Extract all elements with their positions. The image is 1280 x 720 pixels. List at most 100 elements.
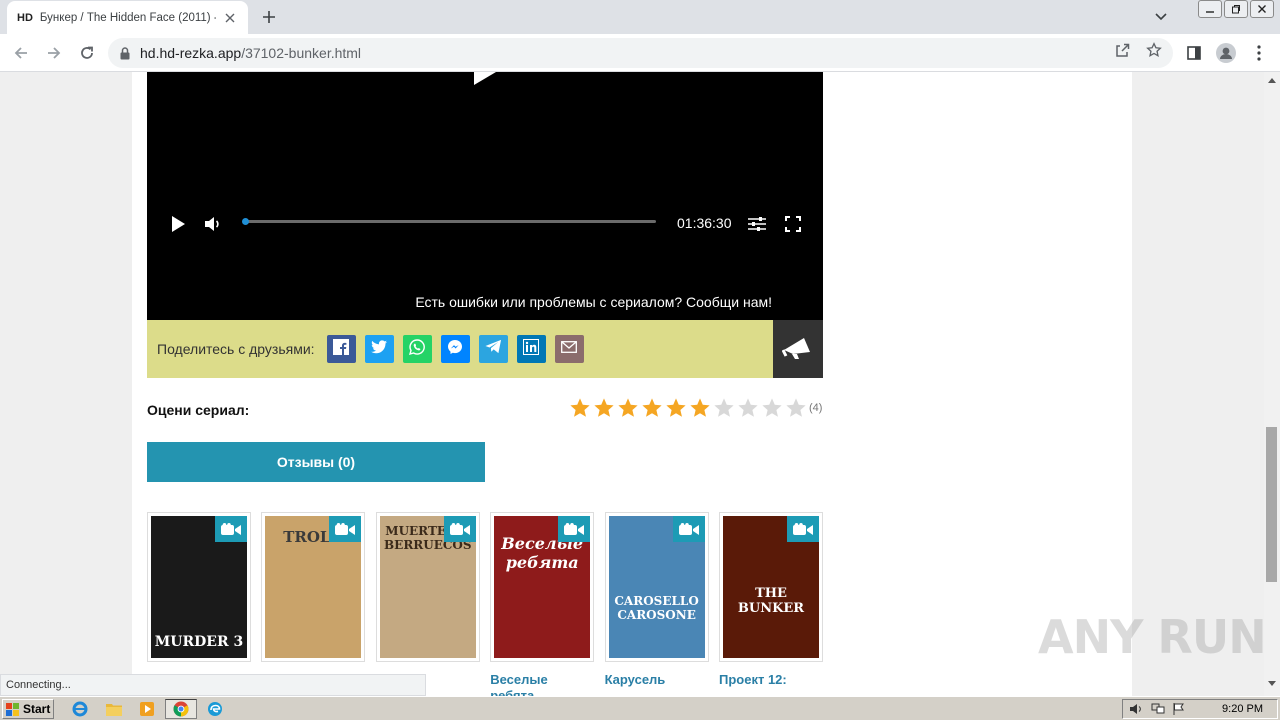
related-thumbnail[interactable]: TROLO <box>261 512 366 662</box>
restore-window-icon[interactable] <box>1224 0 1248 18</box>
rating-star-icon[interactable] <box>784 396 808 420</box>
rating-star-icon[interactable] <box>760 396 784 420</box>
video-camera-icon <box>558 516 591 542</box>
lock-icon[interactable] <box>120 46 130 60</box>
related-card[interactable]: Веселые ребята Веселые ребята <box>490 512 595 696</box>
file-explorer-icon[interactable] <box>102 699 126 719</box>
close-window-icon[interactable] <box>1250 0 1274 18</box>
edge-icon[interactable] <box>203 699 227 719</box>
facebook-share-button[interactable] <box>326 335 356 363</box>
related-card[interactable]: CAROSELLO CAROSONE Карусель <box>604 512 709 688</box>
system-tray: 9:20 PM <box>1122 699 1278 719</box>
related-thumbnail[interactable]: MURDER 3 <box>147 512 251 662</box>
video-camera-icon <box>443 516 476 542</box>
page-viewport: 01:36:30 Есть ошибки или проблемы с сери… <box>0 72 1280 696</box>
video-progress-bar[interactable] <box>242 218 656 225</box>
close-tab-icon[interactable] <box>222 10 238 26</box>
video-camera-icon <box>672 516 705 542</box>
whatsapp-share-button[interactable] <box>402 335 432 363</box>
video-player[interactable]: 01:36:30 Есть ошибки или проблемы с сери… <box>147 72 823 320</box>
windows-logo-icon <box>6 702 20 716</box>
rating-star-icon[interactable] <box>568 396 592 420</box>
share-label: Поделитесь с друзьями: <box>157 341 315 357</box>
poster-caption: CAROSELLO CAROSONE <box>614 594 699 622</box>
twitter-share-button[interactable] <box>364 335 394 363</box>
related-title[interactable]: Проект 12: <box>719 672 823 688</box>
video-camera-icon <box>329 516 362 542</box>
url-host: hd.hd-rezka.app <box>140 45 242 61</box>
tab-strip: HD Бункер / The Hidden Face (2011) - Смо <box>0 0 1280 34</box>
rating-star-icon[interactable] <box>688 396 712 420</box>
back-arrow-icon[interactable] <box>10 42 32 64</box>
share-page-icon[interactable] <box>1113 41 1131 59</box>
profile-avatar-icon[interactable] <box>1216 43 1236 63</box>
fullscreen-icon[interactable] <box>783 214 803 234</box>
scroll-down-icon[interactable] <box>1267 678 1277 688</box>
new-tab-button[interactable] <box>258 6 280 28</box>
messenger-icon <box>447 339 463 360</box>
related-card[interactable]: TROLO <box>261 512 366 672</box>
related-card[interactable]: MURDER 3 <box>147 512 251 672</box>
settings-sliders-icon[interactable] <box>747 214 767 234</box>
messenger-share-button[interactable] <box>440 335 470 363</box>
rating-star-icon[interactable] <box>592 396 616 420</box>
poster-caption: THE BUNKER <box>737 586 805 616</box>
chrome-taskbar-icon[interactable] <box>165 699 197 719</box>
volume-icon[interactable] <box>203 214 223 234</box>
twitter-icon <box>371 339 388 359</box>
mail-icon <box>561 340 578 358</box>
scroll-up-icon[interactable] <box>1267 75 1277 85</box>
email-share-button[interactable] <box>554 335 584 363</box>
poster-caption: MURDER 3 <box>154 634 244 650</box>
media-player-icon[interactable] <box>135 699 159 719</box>
browser-menu-icon[interactable] <box>1249 43 1269 63</box>
bookmark-star-icon[interactable] <box>1145 41 1163 59</box>
related-card[interactable]: MUERTE EN BERRUECOSв <box>375 512 480 688</box>
related-thumbnail[interactable]: THE BUNKER <box>719 512 823 662</box>
related-items: MURDER 3TROLOMUERTE EN BERRUECOSвВеселые… <box>147 512 827 696</box>
flag-tray-icon[interactable] <box>1173 703 1185 715</box>
start-button[interactable]: Start <box>2 699 54 719</box>
watermark-text: ANY RUN <box>1038 610 1267 664</box>
browser-tab[interactable]: HD Бункер / The Hidden Face (2011) - Смо <box>7 1 248 34</box>
progress-handle[interactable] <box>242 218 249 225</box>
tab-search-icon[interactable] <box>1152 8 1170 26</box>
minimize-window-icon[interactable] <box>1198 0 1222 18</box>
taskbar-clock: 9:20 PM <box>1222 703 1263 715</box>
video-time: 01:36:30 <box>677 215 732 231</box>
related-card[interactable]: THE BUNKER Проект 12: <box>719 512 823 688</box>
linkedin-share-button[interactable] <box>516 335 546 363</box>
content-column: 01:36:30 Есть ошибки или проблемы с сери… <box>132 72 1132 696</box>
related-thumbnail[interactable]: CAROSELLO CAROSONE <box>604 512 709 662</box>
big-play-icon[interactable] <box>470 72 500 91</box>
related-title[interactable]: Карусель <box>605 672 709 688</box>
related-thumbnail[interactable]: MUERTE EN BERRUECOS <box>375 512 480 662</box>
reload-icon[interactable] <box>76 42 98 64</box>
rating-count: (4) <box>809 402 823 414</box>
rating-star-icon[interactable] <box>664 396 688 420</box>
anyrun-watermark: ANY RUN <box>1038 610 1267 664</box>
side-panel-icon[interactable] <box>1184 43 1204 63</box>
play-icon[interactable] <box>168 214 188 234</box>
facebook-icon <box>333 338 350 360</box>
internet-explorer-icon[interactable] <box>68 699 92 719</box>
complain-button[interactable] <box>773 320 823 378</box>
video-camera-icon <box>215 516 247 542</box>
address-bar[interactable]: hd.hd-rezka.app/37102-bunker.html <box>108 38 1173 68</box>
rating-star-icon[interactable] <box>736 396 760 420</box>
forward-arrow-icon[interactable] <box>43 42 65 64</box>
related-title[interactable]: Веселые ребята <box>490 672 594 696</box>
rating-stars[interactable]: (4) <box>568 396 822 420</box>
reviews-button[interactable]: Отзывы (0) <box>147 442 485 482</box>
telegram-share-button[interactable] <box>478 335 508 363</box>
rating-star-icon[interactable] <box>712 396 736 420</box>
volume-tray-icon[interactable] <box>1129 703 1143 715</box>
scrollbar-thumb[interactable] <box>1266 427 1277 582</box>
page-scrollbar[interactable] <box>1264 72 1280 696</box>
rating-star-icon[interactable] <box>640 396 664 420</box>
network-tray-icon[interactable] <box>1151 703 1165 715</box>
report-problem-text[interactable]: Есть ошибки или проблемы с сериалом? Соо… <box>415 294 772 310</box>
related-thumbnail[interactable]: Веселые ребята <box>490 512 595 662</box>
browser-toolbar: hd.hd-rezka.app/37102-bunker.html <box>0 34 1280 72</box>
rating-star-icon[interactable] <box>616 396 640 420</box>
